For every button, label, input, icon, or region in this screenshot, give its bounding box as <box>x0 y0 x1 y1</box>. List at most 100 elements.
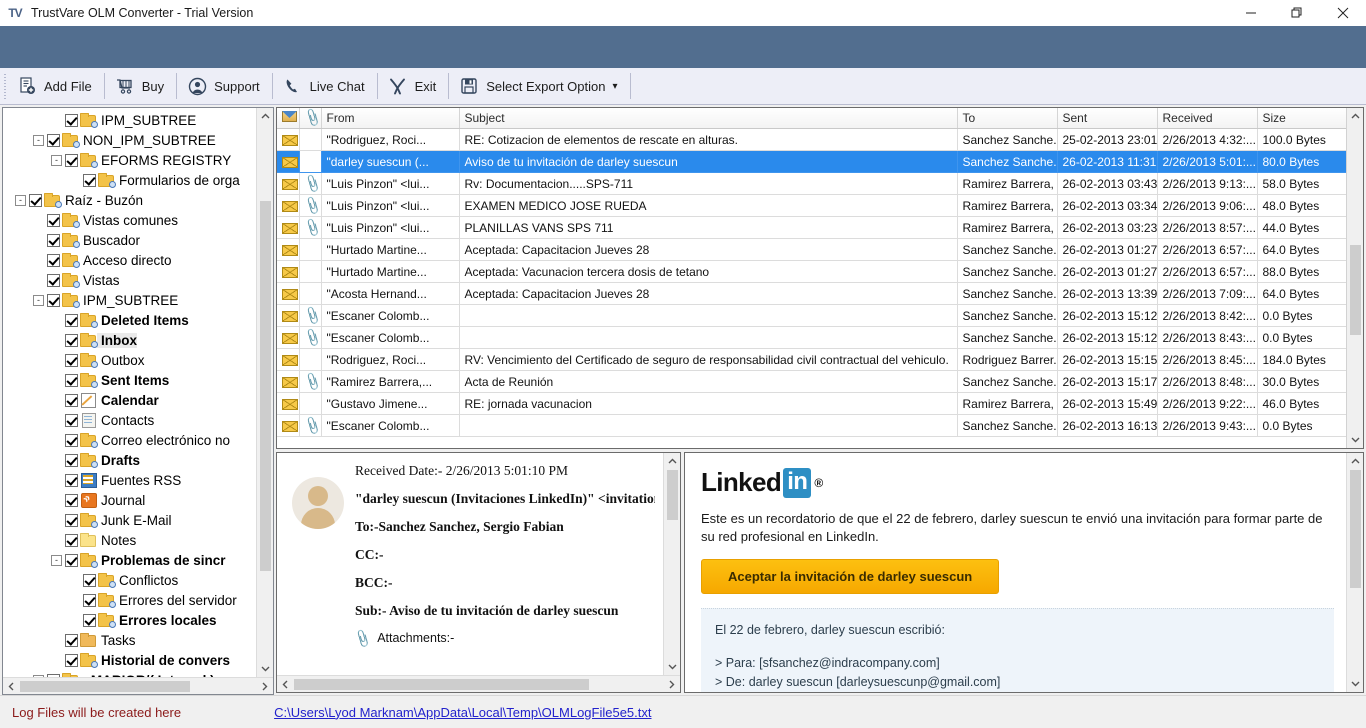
tree-item-checkbox[interactable] <box>65 374 78 387</box>
collapse-toggle-icon[interactable]: - <box>33 135 44 146</box>
table-row[interactable]: 📎"Luis Pinzon" <lui...PLANILLAS VANS SPS… <box>277 217 1346 239</box>
column-header-size[interactable]: Size <box>1257 108 1346 129</box>
minimize-icon[interactable] <box>1228 0 1274 26</box>
table-row[interactable]: "Gustavo Jimene...RE: jornada vacunacion… <box>277 393 1346 415</box>
email-list-scroll-down-button[interactable] <box>1347 431 1364 448</box>
tree-item[interactable]: -NON_IPM_SUBTREE <box>3 130 256 150</box>
tree-item-checkbox[interactable] <box>65 654 78 667</box>
email-list-vertical-scrollbar[interactable] <box>1346 108 1363 448</box>
select-export-option-button[interactable]: Select Export Option ▾ <box>451 70 627 103</box>
table-row[interactable]: "Acosta Hernand...Aceptada: Capacitacion… <box>277 283 1346 305</box>
collapse-toggle-icon[interactable]: - <box>51 155 62 166</box>
tree-item[interactable]: Errores locales <box>3 610 256 630</box>
tree-item-checkbox[interactable] <box>47 214 60 227</box>
tree-item[interactable]: Historial de convers <box>3 650 256 670</box>
live-chat-button[interactable]: Live Chat <box>275 70 375 103</box>
tree-item[interactable]: Junk E-Mail <box>3 510 256 530</box>
column-header-from[interactable]: From <box>321 108 459 129</box>
folder-tree-list[interactable]: IPM_SUBTREE-NON_IPM_SUBTREE-EFORMS REGIS… <box>3 108 256 677</box>
tree-vertical-scrollbar[interactable] <box>256 108 273 677</box>
table-row[interactable]: 📎"Escaner Colomb...Sanchez Sanche...26-0… <box>277 415 1346 437</box>
preview-scroll-up-button[interactable] <box>664 453 681 470</box>
email-list-scroll-thumb[interactable] <box>1350 245 1361 335</box>
tree-item-checkbox[interactable] <box>83 594 96 607</box>
collapse-toggle-icon[interactable]: - <box>51 555 62 566</box>
tree-item-checkbox[interactable] <box>47 134 60 147</box>
tree-item-checkbox[interactable] <box>83 614 96 627</box>
tree-item[interactable]: Sent Items <box>3 370 256 390</box>
table-row[interactable]: "Rodriguez, Roci...RE: Cotizacion de ele… <box>277 129 1346 151</box>
preview-scroll-down-button[interactable] <box>664 658 681 675</box>
tree-item-checkbox[interactable] <box>83 574 96 587</box>
tree-item[interactable]: -Problemas de sincr <box>3 550 256 570</box>
table-row[interactable]: "darley suescun (...Aviso de tu invitaci… <box>277 151 1346 173</box>
tree-item[interactable]: -IPM_SUBTREE <box>3 290 256 310</box>
column-header-to[interactable]: To <box>957 108 1057 129</box>
tree-item[interactable]: IPM_SUBTREE <box>3 110 256 130</box>
table-row[interactable]: "Hurtado Martine...Aceptada: Vacunacion … <box>277 261 1346 283</box>
tree-item-checkbox[interactable] <box>65 454 78 467</box>
preview-hscroll-thumb[interactable] <box>294 679 589 690</box>
tree-scroll-thumb[interactable] <box>260 201 271 571</box>
tree-item-checkbox[interactable] <box>65 394 78 407</box>
tree-item[interactable]: Outbox <box>3 350 256 370</box>
body-scroll-thumb[interactable] <box>1350 470 1361 588</box>
tree-item-checkbox[interactable] <box>65 514 78 527</box>
tree-scroll-left-button[interactable] <box>3 678 20 695</box>
tree-item[interactable]: Drafts <box>3 450 256 470</box>
tree-item-checkbox[interactable] <box>65 494 78 507</box>
tree-item[interactable]: Vistas <box>3 270 256 290</box>
close-icon[interactable] <box>1320 0 1366 26</box>
tree-item-checkbox[interactable] <box>47 274 60 287</box>
tree-item-checkbox[interactable] <box>65 534 78 547</box>
body-scroll-down-button[interactable] <box>1347 675 1364 692</box>
table-row[interactable]: "Hurtado Martine...Aceptada: Capacitacio… <box>277 239 1346 261</box>
tree-item-checkbox[interactable] <box>47 254 60 267</box>
tree-scroll-up-button[interactable] <box>257 108 274 125</box>
tree-item-checkbox[interactable] <box>65 634 78 647</box>
tree-item[interactable]: Deleted Items <box>3 310 256 330</box>
tree-item[interactable]: +~MARIOR/( Internal ) <box>3 670 256 677</box>
support-button[interactable]: Support <box>179 70 270 103</box>
email-list-scroll-up-button[interactable] <box>1347 108 1364 125</box>
buy-button[interactable]: Buy <box>107 70 174 103</box>
tree-item-checkbox[interactable] <box>65 354 78 367</box>
tree-item-checkbox[interactable] <box>47 674 60 678</box>
log-path-link[interactable]: C:\Users\Lyod Marknam\AppData\Local\Temp… <box>274 705 651 720</box>
collapse-toggle-icon[interactable]: - <box>15 195 26 206</box>
column-header-attachment[interactable]: 📎 <box>299 108 321 129</box>
exit-button[interactable]: Exit <box>380 70 447 103</box>
tree-item-checkbox[interactable] <box>65 114 78 127</box>
tree-horizontal-scrollbar[interactable] <box>3 677 273 694</box>
tree-item[interactable]: Conflictos <box>3 570 256 590</box>
tree-item[interactable]: Calendar <box>3 390 256 410</box>
tree-item[interactable]: Formularios de orga <box>3 170 256 190</box>
collapse-toggle-icon[interactable]: - <box>33 295 44 306</box>
tree-item[interactable]: Contacts <box>3 410 256 430</box>
table-row[interactable]: 📎"Ramirez Barrera,...Acta de ReuniónSanc… <box>277 371 1346 393</box>
tree-item[interactable]: Acceso directo <box>3 250 256 270</box>
tree-item[interactable]: Notes <box>3 530 256 550</box>
accept-invitation-button[interactable]: Aceptar la invitación de darley suescun <box>701 559 999 594</box>
table-row[interactable]: 📎"Luis Pinzon" <lui...EXAMEN MEDICO JOSE… <box>277 195 1346 217</box>
tree-item[interactable]: Vistas comunes <box>3 210 256 230</box>
preview-scroll-right-button[interactable] <box>663 676 680 693</box>
tree-item[interactable]: -Raíz - Buzón <box>3 190 256 210</box>
add-file-button[interactable]: Add File <box>9 70 102 103</box>
tree-item-checkbox[interactable] <box>65 434 78 447</box>
expand-toggle-icon[interactable]: + <box>33 675 44 678</box>
tree-item[interactable]: Buscador <box>3 230 256 250</box>
column-header-read-status[interactable] <box>277 108 299 129</box>
preview-scroll-thumb[interactable] <box>667 470 678 520</box>
column-header-sent[interactable]: Sent <box>1057 108 1157 129</box>
toolbar-drag-handle[interactable] <box>2 72 9 100</box>
tree-hscroll-thumb[interactable] <box>20 681 190 692</box>
tree-scroll-right-button[interactable] <box>256 678 273 695</box>
tree-item-checkbox[interactable] <box>83 174 96 187</box>
tree-item[interactable]: Inbox <box>3 330 256 350</box>
tree-item-checkbox[interactable] <box>65 154 78 167</box>
tree-item-checkbox[interactable] <box>29 194 42 207</box>
tree-item[interactable]: Errores del servidor <box>3 590 256 610</box>
preview-scroll-left-button[interactable] <box>277 676 294 693</box>
tree-item-checkbox[interactable] <box>65 334 78 347</box>
